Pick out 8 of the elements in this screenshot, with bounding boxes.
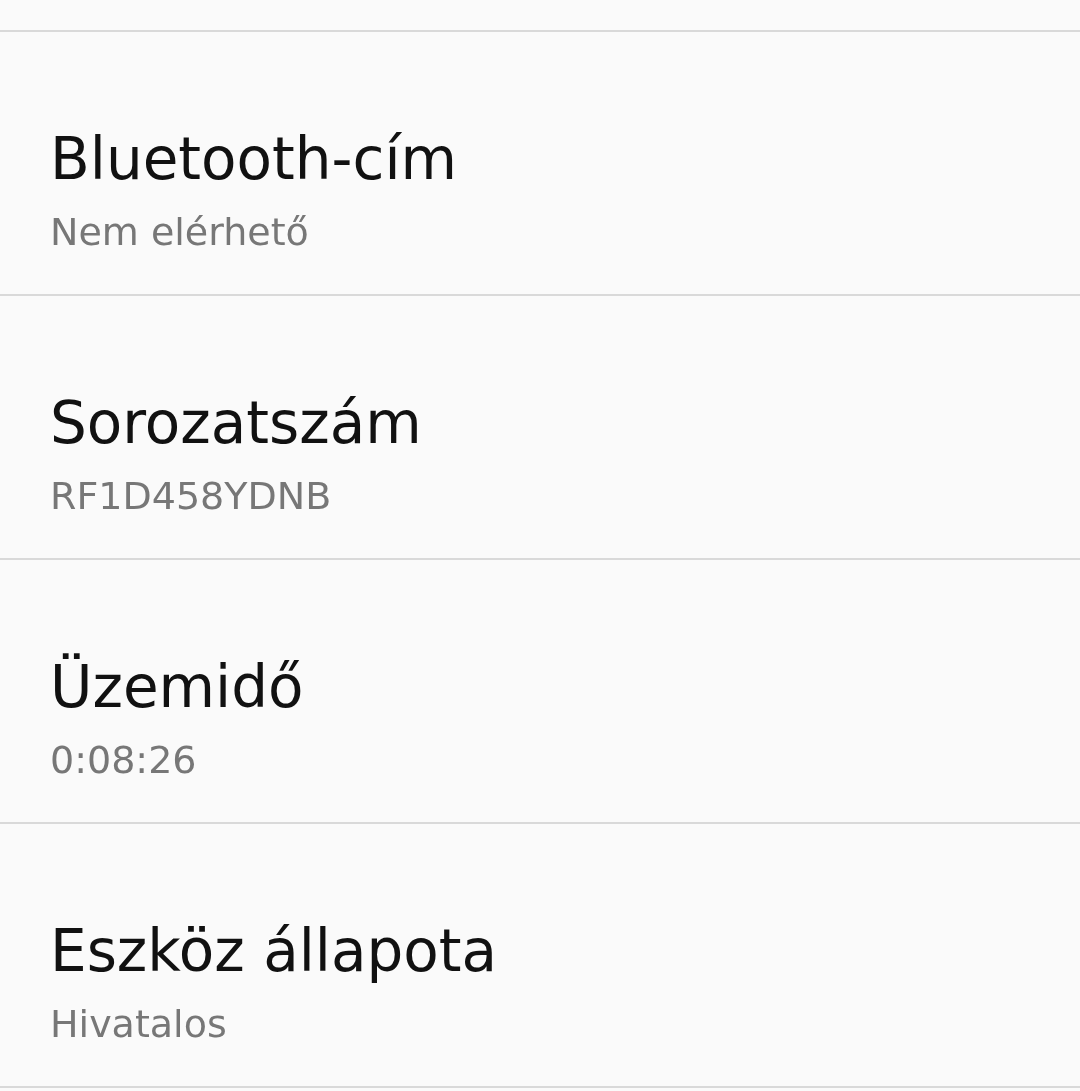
setting-value: 0:08:26	[50, 737, 197, 784]
setting-title: Sorozatszám	[50, 388, 422, 458]
setting-title: Bluetooth-cím	[50, 124, 457, 194]
setting-value: Nem elérhető	[50, 209, 309, 256]
setting-value: Hivatalos	[50, 1001, 227, 1048]
setting-value: RF1D458YDNB	[50, 473, 332, 520]
setting-title: Üzemidő	[50, 652, 304, 722]
setting-title: Eszköz állapota	[50, 916, 498, 986]
